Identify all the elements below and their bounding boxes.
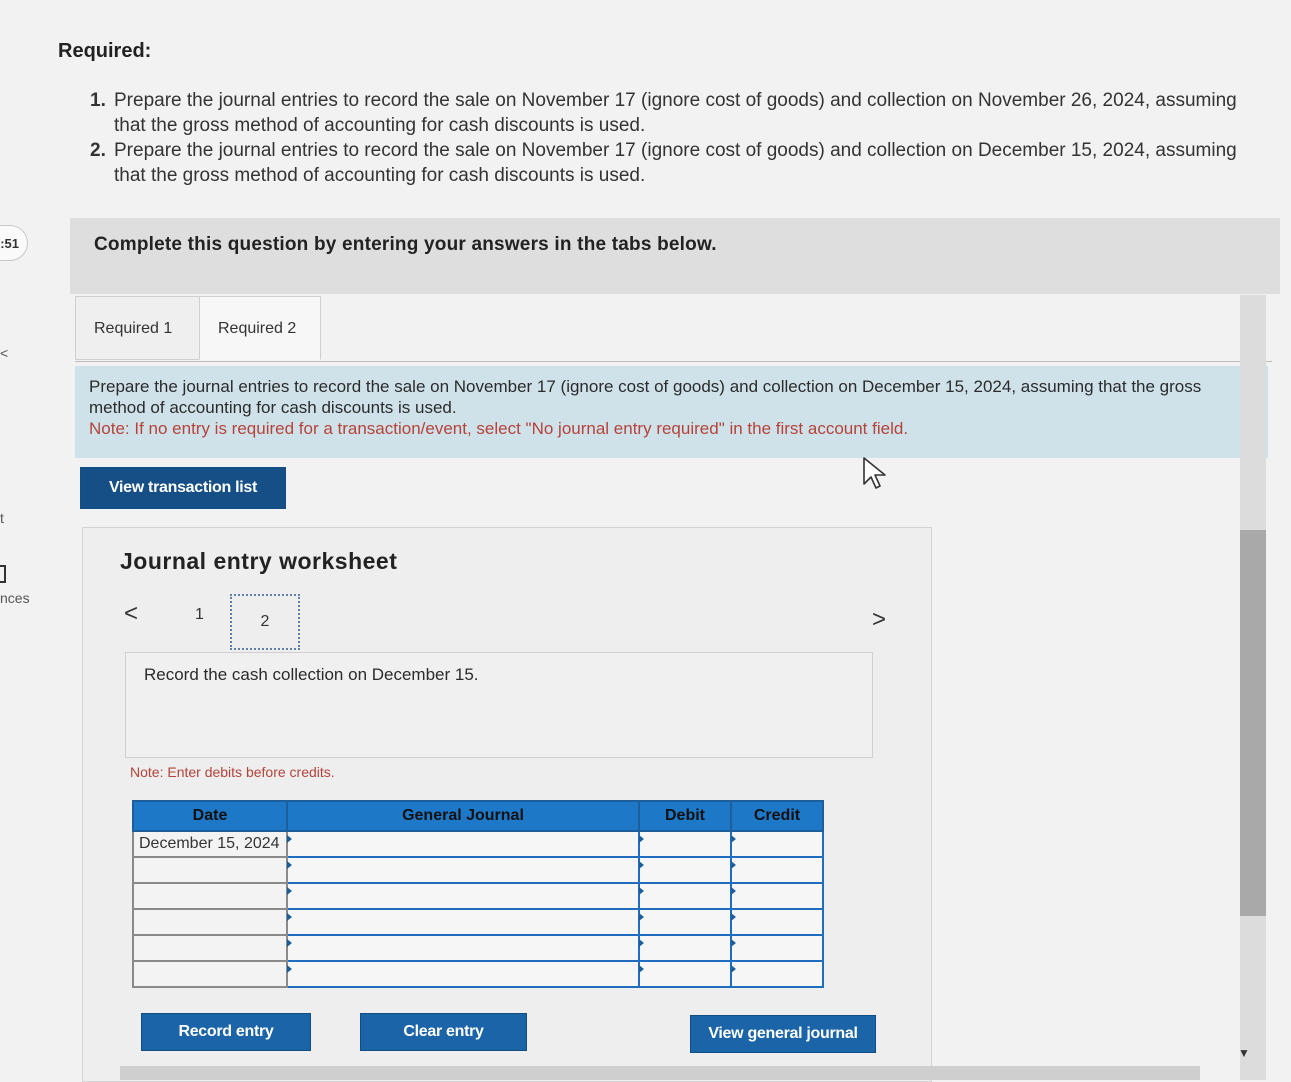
account-field[interactable] <box>286 830 640 858</box>
debit-field[interactable] <box>638 908 732 936</box>
debit-field[interactable] <box>638 830 732 858</box>
date-cell[interactable] <box>132 960 288 988</box>
clear-entry-button[interactable]: Clear entry <box>360 1013 527 1051</box>
column-header-debit: Debit <box>638 800 732 832</box>
worksheet-title: Journal entry worksheet <box>120 548 398 574</box>
account-field[interactable] <box>286 882 640 910</box>
column-header-credit: Credit <box>730 800 824 832</box>
input-marker-icon <box>639 835 644 843</box>
column-header-date: Date <box>132 800 288 832</box>
required-list: 1. Prepare the journal entries to record… <box>90 88 1265 188</box>
instruction-note: Note: If no entry is required for a tran… <box>89 419 909 438</box>
side-fragment-references[interactable]: nces <box>0 590 30 606</box>
date-cell[interactable]: December 15, 2024 <box>132 830 288 858</box>
table-row <box>132 882 824 910</box>
debit-field[interactable] <box>638 882 732 910</box>
input-marker-icon <box>731 939 736 947</box>
table-row <box>132 856 824 884</box>
account-field[interactable] <box>286 934 640 962</box>
input-marker-icon <box>731 887 736 895</box>
instruction-text: Prepare the journal entries to record th… <box>89 377 1202 417</box>
entry-description-text: Record the cash collection on December 1… <box>144 665 479 684</box>
debit-field[interactable] <box>638 934 732 962</box>
entry-description-box: Record the cash collection on December 1… <box>125 652 873 758</box>
tab-instruction-panel: Prepare the journal entries to record th… <box>75 366 1268 458</box>
input-marker-icon <box>731 861 736 869</box>
dropdown-marker-icon <box>287 861 292 869</box>
dropdown-marker-icon <box>287 939 292 947</box>
worksheet-page-1[interactable]: 1 <box>195 606 204 624</box>
input-marker-icon <box>731 913 736 921</box>
table-row <box>132 960 824 988</box>
required-item-number: 2. <box>90 140 106 161</box>
dropdown-marker-icon <box>287 835 292 843</box>
dropdown-marker-icon <box>287 913 292 921</box>
input-marker-icon <box>639 913 644 921</box>
debits-before-credits-note: Note: Enter debits before credits. <box>130 764 335 780</box>
chevron-right-icon[interactable]: > <box>872 606 886 634</box>
input-marker-icon <box>639 965 644 973</box>
debit-field[interactable] <box>638 856 732 884</box>
record-entry-button[interactable]: Record entry <box>141 1013 311 1051</box>
banner-text: Complete this question by entering your … <box>94 234 717 255</box>
credit-field[interactable] <box>730 908 824 936</box>
tab-divider <box>75 361 1272 362</box>
tab-required-1[interactable]: Required 1 <box>75 296 200 360</box>
required-item-number: 1. <box>90 90 106 111</box>
account-field[interactable] <box>286 908 640 936</box>
table-row <box>132 934 824 962</box>
required-item-1: 1. Prepare the journal entries to record… <box>90 88 1265 138</box>
side-fragment-text: t <box>0 510 4 526</box>
date-cell[interactable] <box>132 908 288 936</box>
worksheet-page-2[interactable]: 2 <box>230 594 300 650</box>
credit-field[interactable] <box>730 882 824 910</box>
timer-display: :51 <box>0 225 28 261</box>
dropdown-marker-icon <box>287 965 292 973</box>
journal-entry-table: Date General Journal Debit Credit Decemb… <box>132 800 824 988</box>
side-fragment-arrow[interactable]: < <box>0 345 8 361</box>
journal-table-header-row: Date General Journal Debit Credit <box>132 800 824 832</box>
side-checkbox-fragment <box>0 565 6 583</box>
horizontal-scrollbar[interactable] <box>120 1066 1200 1080</box>
credit-field[interactable] <box>730 856 824 884</box>
credit-field[interactable] <box>730 830 824 858</box>
tab-required-2[interactable]: Required 2 <box>199 296 321 360</box>
column-header-general-journal: General Journal <box>286 800 640 832</box>
scroll-down-arrow-icon[interactable]: ▼ <box>1238 1046 1250 1060</box>
required-item-2: 2. Prepare the journal entries to record… <box>90 138 1265 188</box>
credit-field[interactable] <box>730 960 824 988</box>
input-marker-icon <box>731 835 736 843</box>
date-cell[interactable] <box>132 856 288 884</box>
account-field[interactable] <box>286 960 640 988</box>
input-marker-icon <box>639 939 644 947</box>
chevron-left-icon[interactable]: < <box>124 600 138 628</box>
required-item-text: Prepare the journal entries to record th… <box>114 90 1237 136</box>
input-marker-icon <box>639 861 644 869</box>
account-field[interactable] <box>286 856 640 884</box>
dropdown-marker-icon <box>287 887 292 895</box>
input-marker-icon <box>731 965 736 973</box>
table-row <box>132 908 824 936</box>
cursor-pointer-icon <box>863 457 886 489</box>
date-cell[interactable] <box>132 882 288 910</box>
debit-field[interactable] <box>638 960 732 988</box>
required-item-text: Prepare the journal entries to record th… <box>114 140 1237 186</box>
table-row: December 15, 2024 <box>132 830 824 858</box>
required-heading: Required: <box>58 40 152 62</box>
view-general-journal-button[interactable]: View general journal <box>690 1015 876 1053</box>
instructions-banner: Complete this question by entering your … <box>70 218 1280 294</box>
view-transaction-list-button[interactable]: View transaction list <box>80 467 286 509</box>
date-cell[interactable] <box>132 934 288 962</box>
input-marker-icon <box>639 887 644 895</box>
credit-field[interactable] <box>730 934 824 962</box>
scrollbar-thumb[interactable] <box>1240 530 1266 916</box>
